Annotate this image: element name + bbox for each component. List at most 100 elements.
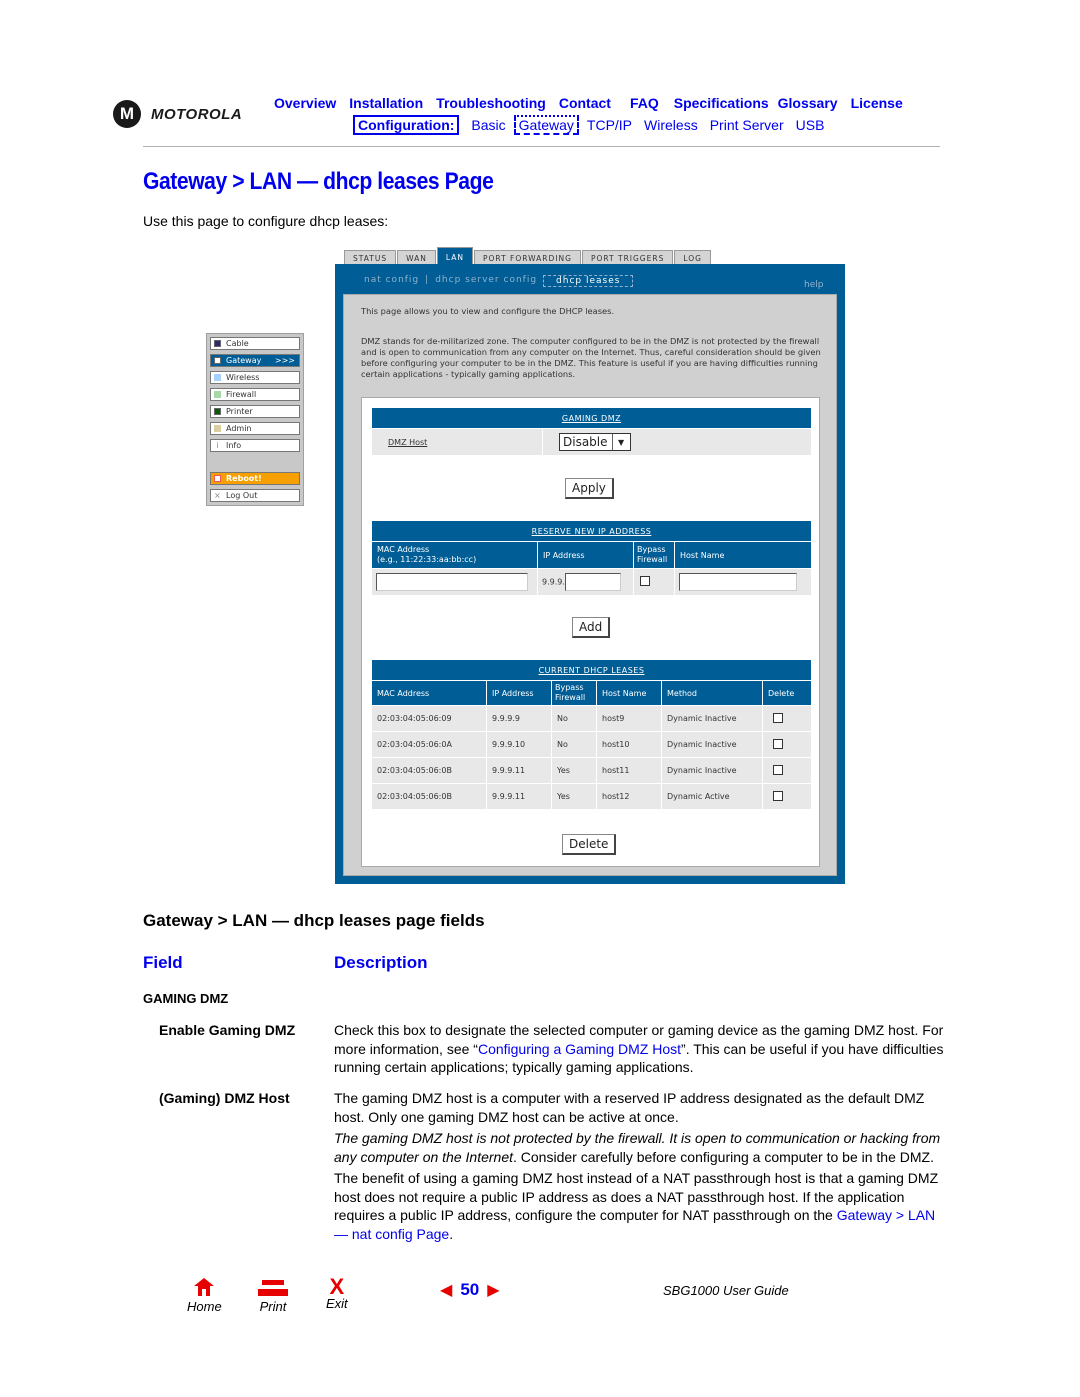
reboot-button[interactable]: Reboot! — [210, 472, 300, 485]
lease-host: host9 — [597, 706, 661, 731]
nav-gateway[interactable]: Gateway — [513, 115, 579, 135]
sidebar-label: Gateway — [226, 356, 262, 365]
sidebar-item-printer[interactable]: Printer — [210, 405, 300, 418]
configuring-gaming-dmz-link[interactable]: Configuring a Gaming DMZ Host — [478, 1041, 681, 1057]
motorola-logo: M MOTOROLA — [113, 100, 242, 128]
sidebar-item-firewall[interactable]: Firewall — [210, 388, 300, 401]
sidebar-item-wireless[interactable]: Wireless — [210, 371, 300, 384]
desc-text: . — [449, 1225, 454, 1242]
col-bypass: Bypass Firewall — [634, 542, 674, 568]
col-ip: IP Address — [487, 681, 551, 705]
lease-row: 02:03:04:05:06:09 9.9.9.9 No host9 Dynam… — [372, 706, 811, 731]
router-sidebar: Cable Gateway >>> Wireless Firewall Print… — [206, 333, 304, 506]
intro-text: Use this page to configure dhcp leases: — [143, 213, 389, 229]
sidebar-label: Firewall — [226, 390, 257, 399]
col-mac: MAC Address — [372, 681, 486, 705]
tab-lan[interactable]: LAN — [436, 247, 473, 264]
home-icon — [187, 1278, 222, 1299]
nav-faq[interactable]: FAQ — [630, 95, 659, 111]
nav-license[interactable]: License — [851, 95, 903, 111]
subnav-dhcp-server-config[interactable]: dhcp server config — [435, 275, 537, 287]
add-button[interactable]: Add — [572, 617, 611, 638]
delete-checkbox[interactable] — [773, 738, 783, 749]
sidebar-item-admin[interactable]: Admin — [210, 422, 300, 435]
gaming-dmz-section: GAMING DMZ — [143, 991, 229, 1006]
reboot-label: Reboot! — [226, 474, 262, 483]
nav-print-server[interactable]: Print Server — [710, 117, 784, 133]
nav-tcpip[interactable]: TCP/IP — [587, 117, 632, 133]
printer-icon — [214, 408, 221, 415]
apply-button[interactable]: Apply — [565, 478, 614, 499]
sidebar-item-info[interactable]: i Info — [210, 439, 300, 452]
nav-contact[interactable]: Contact — [559, 95, 611, 111]
col-mac-label: MAC Address — [377, 545, 430, 554]
nav-wireless[interactable]: Wireless — [644, 117, 698, 133]
pager: ◀ 50 ▶ — [440, 1280, 500, 1300]
logout-button[interactable]: × Log Out — [210, 489, 300, 502]
sidebar-label: Wireless — [226, 373, 260, 382]
next-page-icon[interactable]: ▶ — [487, 1280, 499, 1300]
nav-overview[interactable]: Overview — [274, 95, 336, 111]
desc-paragraph: The benefit of using a gaming DMZ host i… — [334, 1169, 946, 1243]
top-nav: Overview Installation Troubleshooting Co… — [274, 95, 903, 111]
subnav-nat-config[interactable]: nat config — [364, 275, 419, 287]
dmz-host-select[interactable]: Disable ▼ — [559, 433, 631, 451]
nav-specifications[interactable]: Specifications — [674, 95, 769, 111]
page-number: 50 — [460, 1280, 480, 1299]
sidebar-item-cable[interactable]: Cable — [210, 337, 300, 350]
nav-installation[interactable]: Installation — [349, 95, 423, 111]
lease-row: 02:03:04:05:06:0B 9.9.9.11 Yes host11 Dy… — [372, 758, 811, 783]
reserve-ip-table: RESERVE NEW IP ADDRESS MAC Address (e.g.,… — [371, 520, 812, 596]
info-icon: i — [216, 441, 219, 450]
ip-suffix-input[interactable] — [564, 573, 621, 591]
home-button[interactable]: Home — [187, 1278, 222, 1314]
subnav-dhcp-leases[interactable]: dhcp leases — [543, 275, 634, 287]
delete-checkbox[interactable] — [773, 764, 783, 775]
tab-port-forwarding[interactable]: PORT FORWARDING — [473, 250, 581, 264]
lease-row: 02:03:04:05:06:0B 9.9.9.11 Yes host12 Dy… — [372, 784, 811, 809]
print-button[interactable]: Print — [258, 1278, 288, 1314]
help-link[interactable]: help — [804, 280, 823, 290]
lease-mac: 02:03:04:05:06:0A — [372, 732, 486, 757]
lan-subnav: nat config | dhcp server config dhcp lea… — [364, 275, 634, 287]
sidebar-item-gateway[interactable]: Gateway >>> — [210, 354, 300, 367]
nav-troubleshooting[interactable]: Troubleshooting — [436, 95, 546, 111]
sidebar-label: Info — [226, 441, 242, 450]
field-gaming-dmz-host: (Gaming) DMZ Host — [159, 1090, 290, 1106]
bypass-firewall-checkbox[interactable] — [640, 576, 650, 586]
lease-host: host11 — [597, 758, 661, 783]
delete-checkbox[interactable] — [773, 712, 783, 723]
col-ip: IP Address — [538, 542, 633, 568]
header-divider — [143, 146, 940, 147]
print-label: Print — [259, 1299, 287, 1314]
guide-title: SBG1000 User Guide — [663, 1283, 789, 1298]
config-nav: Configuration: Basic Gateway TCP/IP Wire… — [353, 115, 824, 135]
col-bypass: Bypass Firewall — [552, 681, 596, 705]
exit-button[interactable]: X Exit — [326, 1276, 348, 1312]
tab-wan[interactable]: WAN — [397, 250, 436, 264]
host-name-input[interactable] — [679, 573, 797, 591]
nav-basic[interactable]: Basic — [471, 117, 505, 133]
nav-glossary[interactable]: Glossary — [778, 95, 838, 111]
tab-port-triggers[interactable]: PORT TRIGGERS — [581, 250, 674, 264]
logo-text: MOTOROLA — [151, 105, 243, 123]
nav-usb[interactable]: USB — [796, 117, 825, 133]
close-icon: × — [214, 491, 221, 500]
previous-page-icon[interactable]: ◀ — [440, 1280, 452, 1300]
tab-status[interactable]: STATUS — [344, 250, 397, 264]
lease-method: Dynamic Inactive — [662, 706, 762, 731]
router-description: This page allows you to view and configu… — [361, 306, 615, 316]
firewall-icon — [214, 391, 221, 398]
tab-log[interactable]: LOG — [674, 250, 711, 264]
delete-button[interactable]: Delete — [562, 834, 617, 855]
field-enable-gaming-dmz-desc: Check this box to designate the selected… — [334, 1021, 946, 1080]
col-bypass-l2: Firewall — [555, 693, 586, 702]
col-delete: Delete — [763, 681, 811, 705]
sidebar-label: Admin — [226, 424, 252, 433]
mac-address-input[interactable] — [376, 573, 528, 591]
field-column-header: Field — [143, 953, 183, 972]
col-host: Host Name — [675, 542, 811, 568]
subnav-separator: | — [425, 275, 430, 285]
delete-checkbox[interactable] — [773, 790, 783, 801]
lease-ip: 9.9.9.11 — [487, 758, 551, 783]
